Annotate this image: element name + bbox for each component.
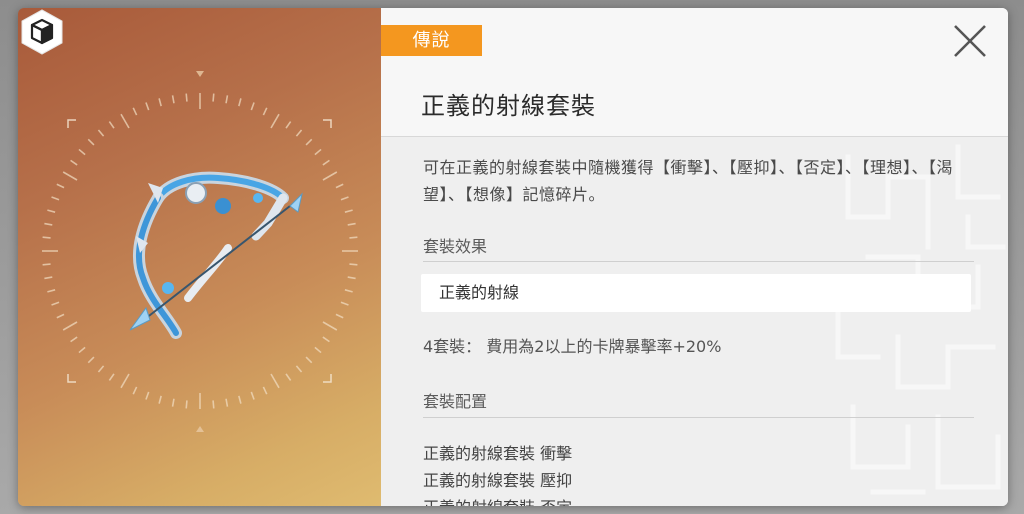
ring-tick <box>212 93 215 102</box>
bow-icon <box>129 171 303 339</box>
ring-tick <box>44 276 53 280</box>
close-icon[interactable] <box>952 23 988 59</box>
ring-tick <box>314 148 322 156</box>
ring-tick <box>305 138 313 146</box>
ring-tick <box>132 107 138 116</box>
ring-tick <box>322 171 338 181</box>
ring-tick <box>158 98 162 107</box>
divider <box>423 261 974 262</box>
ring-tick <box>305 356 313 364</box>
ring-tick <box>250 391 255 400</box>
bow-artwork <box>42 71 358 432</box>
ring-tick <box>335 183 344 189</box>
set-effect-name: 正義的射線 <box>439 283 520 302</box>
ring-tick <box>62 321 78 331</box>
ring-tick <box>78 346 86 354</box>
ring-tick <box>185 93 188 102</box>
ring-tick <box>171 95 175 104</box>
ring-tick <box>322 159 330 166</box>
ring-tick <box>120 373 130 389</box>
ring-tick <box>322 321 338 331</box>
ring-tick <box>335 313 344 319</box>
ring-tick <box>262 107 268 116</box>
ring-tick <box>340 301 349 306</box>
ring-tick <box>322 336 330 343</box>
ring-tick <box>132 386 138 395</box>
ring-tick <box>344 289 353 293</box>
ring-tick <box>347 276 356 280</box>
set-piece-list: 正義的射線套裝 衝擊 正義的射線套裝 壓抑 正義的射線套裝 否定 <box>423 440 572 506</box>
ring-tick <box>108 121 115 129</box>
ring-tick <box>212 400 215 409</box>
item-info-panel: 傳說 正義的射線套裝 可在正義的射線套裝中隨機獲得【衝擊】、【壓抑】、【否定】、… <box>381 8 1008 506</box>
ring-tick <box>62 171 78 181</box>
ring-tick <box>70 159 78 166</box>
ring-tick <box>56 313 65 319</box>
set-effect-bonus: 4套裝： 費用為2以上的卡牌暴擊率+20% <box>423 337 722 356</box>
ring-tick <box>97 129 105 137</box>
ring-tick <box>47 209 56 213</box>
rarity-badge: 傳說 <box>381 25 482 56</box>
ring-tick <box>108 373 115 381</box>
ring-tick <box>349 263 358 266</box>
ring-tick <box>262 386 268 395</box>
ring-tick <box>250 102 255 111</box>
ring-tick <box>285 121 292 129</box>
ring-tick <box>44 222 53 226</box>
ring-tick <box>314 346 322 354</box>
ring-tick <box>87 356 95 364</box>
ring-tick <box>185 400 188 409</box>
ring-tick <box>145 102 150 111</box>
ring-tick <box>70 336 78 343</box>
ring-tick <box>270 373 280 389</box>
ring-tick <box>347 222 356 226</box>
set-cube-icon[interactable] <box>18 8 66 56</box>
ring-tick <box>349 236 358 239</box>
ring-tick <box>295 129 303 137</box>
set-effect-name-box: 正義的射線 <box>421 274 971 312</box>
ring-tick <box>42 263 51 266</box>
ring-tick <box>120 113 130 129</box>
info-header: 傳說 正義的射線套裝 <box>381 8 1008 137</box>
ring-tick <box>78 148 86 156</box>
item-detail-dialog: 傳說 正義的射線套裝 可在正義的射線套裝中隨機獲得【衝擊】、【壓抑】、【否定】、… <box>18 8 1008 506</box>
ring-tick <box>87 138 95 146</box>
set-effect-label: 套裝效果 <box>423 237 488 256</box>
ring-tick <box>145 391 150 400</box>
ring-tick <box>51 196 60 201</box>
info-body[interactable]: 可在正義的射線套裝中隨機獲得【衝擊】、【壓抑】、【否定】、【理想】、【渴望】、【… <box>381 137 1008 506</box>
ring-tick <box>225 398 229 407</box>
ring-tick <box>238 395 242 404</box>
ring-tick <box>238 98 242 107</box>
item-art-panel <box>18 8 381 506</box>
ring-tick <box>340 196 349 201</box>
ring-tick <box>42 236 51 239</box>
item-title: 正義的射線套裝 <box>421 92 596 120</box>
ring-tick <box>295 365 303 373</box>
item-description: 可在正義的射線套裝中隨機獲得【衝擊】、【壓抑】、【否定】、【理想】、【渴望】、【… <box>423 158 954 204</box>
ring-tick <box>47 289 56 293</box>
set-piece-item: 正義的射線套裝 衝擊 <box>423 444 573 463</box>
ring-tick <box>285 373 292 381</box>
set-config-label: 套裝配置 <box>423 392 488 411</box>
ring-tick <box>270 113 280 129</box>
set-piece-item: 正義的射線套裝 壓抑 <box>423 471 573 490</box>
ring-tick <box>51 301 60 306</box>
ring-tick <box>171 398 175 407</box>
ring-tick <box>344 209 353 213</box>
ring-tick <box>158 395 162 404</box>
ring-tick <box>225 95 229 104</box>
ring-tick <box>56 183 65 189</box>
ring-tick <box>97 365 105 373</box>
divider <box>423 417 974 418</box>
set-piece-item: 正義的射線套裝 否定 <box>423 494 572 506</box>
